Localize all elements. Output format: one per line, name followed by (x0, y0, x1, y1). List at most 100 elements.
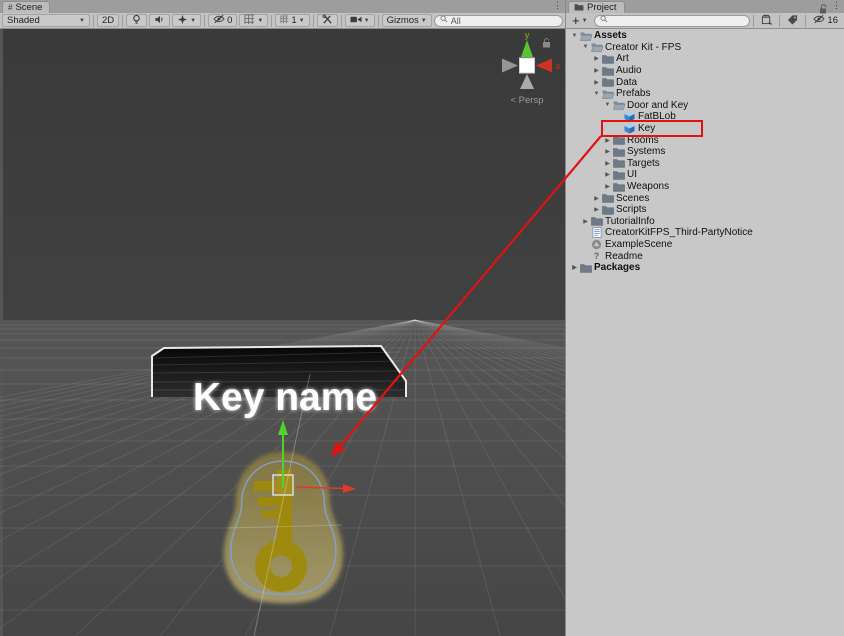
folder-icon (590, 216, 603, 226)
tree-item-readme[interactable]: ?Readme (566, 250, 844, 262)
scene-tab-icon: # (8, 3, 12, 12)
folder-icon (612, 158, 625, 168)
expand-arrow-icon[interactable]: ▶ (603, 171, 612, 178)
project-tab-label: Project (587, 2, 617, 13)
project-search-input[interactable] (611, 16, 745, 26)
folder-open-icon (579, 31, 592, 41)
expand-arrow-icon[interactable]: ▶ (570, 264, 579, 271)
label-filter-button[interactable] (783, 14, 802, 27)
eye-off-icon (213, 14, 225, 27)
folder-icon (601, 193, 614, 203)
lighting-toggle-button[interactable] (126, 14, 147, 27)
grid-visibility-dropdown[interactable]: ▼ (239, 14, 268, 27)
project-toolbar: + ▼ 16 (566, 13, 844, 29)
gizmos-dropdown[interactable]: Gizmos ▼ (382, 14, 432, 27)
tree-item-audio[interactable]: ▶ Audio (566, 65, 844, 77)
gizmo-projection-label[interactable]: < Persp (510, 95, 543, 106)
hidden-packages-count: 16 (827, 15, 838, 26)
collapse-arrow-icon[interactable]: ▼ (581, 44, 590, 50)
hidden-count: 0 (227, 15, 232, 26)
scene-search-input[interactable] (451, 16, 557, 26)
tree-item-label: TutorialInfo (603, 216, 655, 227)
tree-item-systems[interactable]: ▶ Systems (566, 146, 844, 158)
tree-item-creatorkitfps-third-partynotice[interactable]: CreatorKitFPS_Third-PartyNotice (566, 227, 844, 239)
package-filter-button[interactable] (757, 14, 776, 27)
tab-scene[interactable]: # Scene (2, 1, 50, 13)
expand-arrow-icon[interactable]: ▶ (603, 137, 612, 144)
toggle-2d-button[interactable]: 2D (97, 14, 119, 27)
expand-arrow-icon[interactable]: ▶ (592, 55, 601, 62)
chevron-down-icon: ▼ (190, 18, 196, 24)
scene-menu-kebab-icon[interactable]: ⋮ (553, 0, 562, 11)
tree-item-label: Systems (625, 146, 665, 157)
expand-arrow-icon[interactable]: ▶ (603, 148, 612, 155)
tree-item-tutorialinfo[interactable]: ▶ TutorialInfo (566, 216, 844, 228)
tab-project[interactable]: Project (568, 1, 625, 13)
lock-open-icon[interactable] (819, 1, 828, 19)
expand-arrow-icon[interactable]: ▶ (592, 67, 601, 74)
expand-arrow-icon[interactable]: ▶ (603, 183, 612, 190)
folder-icon (601, 77, 614, 87)
camera-settings-dropdown[interactable]: ▼ (345, 14, 375, 27)
chevron-down-icon: ▼ (364, 18, 370, 24)
unity-editor-window: # Scene ⋮ Shaded ▼ 2D ▼ (0, 0, 844, 636)
collapse-arrow-icon[interactable]: ▼ (592, 91, 601, 97)
expand-arrow-icon[interactable]: ▶ (592, 79, 601, 86)
tree-item-examplescene[interactable]: ExampleScene (566, 239, 844, 251)
create-asset-button[interactable]: + ▼ (568, 14, 592, 27)
gizmo-x-label: x (555, 61, 560, 71)
audio-toggle-button[interactable] (149, 14, 170, 27)
expand-arrow-icon[interactable]: ▶ (603, 160, 612, 167)
tree-item-weapons[interactable]: ▶Weapons (566, 181, 844, 193)
folder-open-icon (590, 42, 603, 52)
tools-button[interactable] (317, 14, 338, 27)
viewport-left-edge (0, 29, 3, 636)
sign-text: Key name (193, 376, 377, 419)
effects-dropdown[interactable]: ▼ (172, 14, 201, 27)
tree-item-data[interactable]: ▶ Data (566, 76, 844, 88)
question-icon: ? (590, 251, 603, 261)
search-icon (600, 15, 608, 26)
project-menu-kebab-icon[interactable]: ⋮ (832, 0, 841, 11)
tree-item-scenes[interactable]: ▶Scenes (566, 192, 844, 204)
tree-item-door-and-key[interactable]: ▼Door and Key (566, 100, 844, 112)
speaker-icon (154, 14, 165, 28)
tree-item-assets[interactable]: ▼Assets (566, 30, 844, 42)
snap-grid-icon (280, 15, 289, 27)
tree-item-label: Audio (614, 65, 642, 76)
tree-item-scripts[interactable]: ▶Scripts (566, 204, 844, 216)
gizmo-center-cube[interactable] (520, 58, 535, 73)
tree-item-prefabs[interactable]: ▼Prefabs (566, 88, 844, 100)
folder-icon (579, 263, 592, 273)
collapse-arrow-icon[interactable]: ▼ (603, 102, 612, 108)
project-tab-bar: Project ⋮ (566, 0, 844, 13)
scene-search-field[interactable] (434, 15, 563, 27)
shading-mode-dropdown[interactable]: Shaded ▼ (2, 14, 90, 27)
expand-arrow-icon[interactable]: ▶ (592, 206, 601, 213)
project-tab-folder-icon (574, 3, 584, 13)
tree-item-targets[interactable]: ▶Targets (566, 158, 844, 170)
tree-item-creator-kit-fps[interactable]: ▼Creator Kit - FPS (566, 42, 844, 54)
tree-item-label: Art (614, 53, 629, 64)
tree-item-packages[interactable]: ▶Packages (566, 262, 844, 274)
snap-increment-dropdown[interactable]: 1 ▼ (275, 14, 309, 27)
project-search-field[interactable] (594, 15, 751, 27)
scene-panel: # Scene ⋮ Shaded ▼ 2D ▼ (0, 0, 565, 636)
folder-icon (601, 54, 614, 64)
scene-visibility-button[interactable]: 0 (208, 14, 237, 27)
folder-icon (612, 147, 625, 157)
package-icon (761, 14, 772, 28)
tag-icon (787, 14, 798, 28)
chevron-down-icon: ▼ (582, 18, 588, 24)
collapse-arrow-icon[interactable]: ▼ (570, 33, 579, 39)
expand-arrow-icon[interactable]: ▶ (581, 218, 590, 225)
chevron-down-icon: ▼ (257, 18, 263, 24)
gizmo-y-label: y (524, 30, 529, 40)
tree-item-art[interactable]: ▶ Art (566, 53, 844, 65)
expand-arrow-icon[interactable]: ▶ (592, 195, 601, 202)
tree-item-ui[interactable]: ▶UI (566, 169, 844, 181)
tree-item-label: Data (614, 77, 637, 88)
folder-icon (612, 170, 625, 180)
scene-viewport[interactable]: Key name Key name (0, 29, 565, 636)
scene-toolbar: Shaded ▼ 2D ▼ 0 (0, 13, 565, 29)
